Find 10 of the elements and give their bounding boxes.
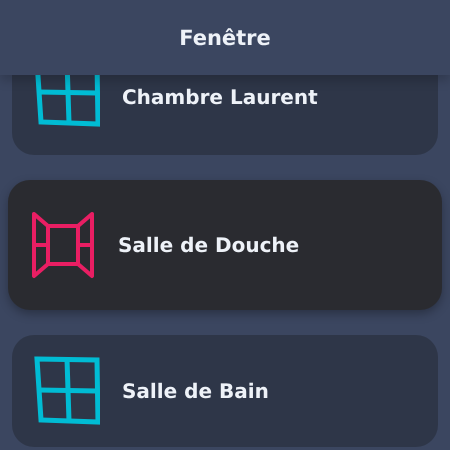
- window-card[interactable]: Salle de Douche: [8, 180, 442, 310]
- page-title: Fenêtre: [179, 26, 271, 50]
- window-name: Salle de Douche: [118, 233, 300, 257]
- window-icon: [34, 75, 100, 128]
- window-card[interactable]: Chambre Laurent: [12, 75, 438, 155]
- window-name: Chambre Laurent: [122, 85, 318, 109]
- open-window-icon: [30, 210, 96, 280]
- window-card[interactable]: Salle de Bain: [12, 335, 438, 447]
- window-icon: [34, 356, 100, 426]
- window-name: Salle de Bain: [122, 379, 269, 403]
